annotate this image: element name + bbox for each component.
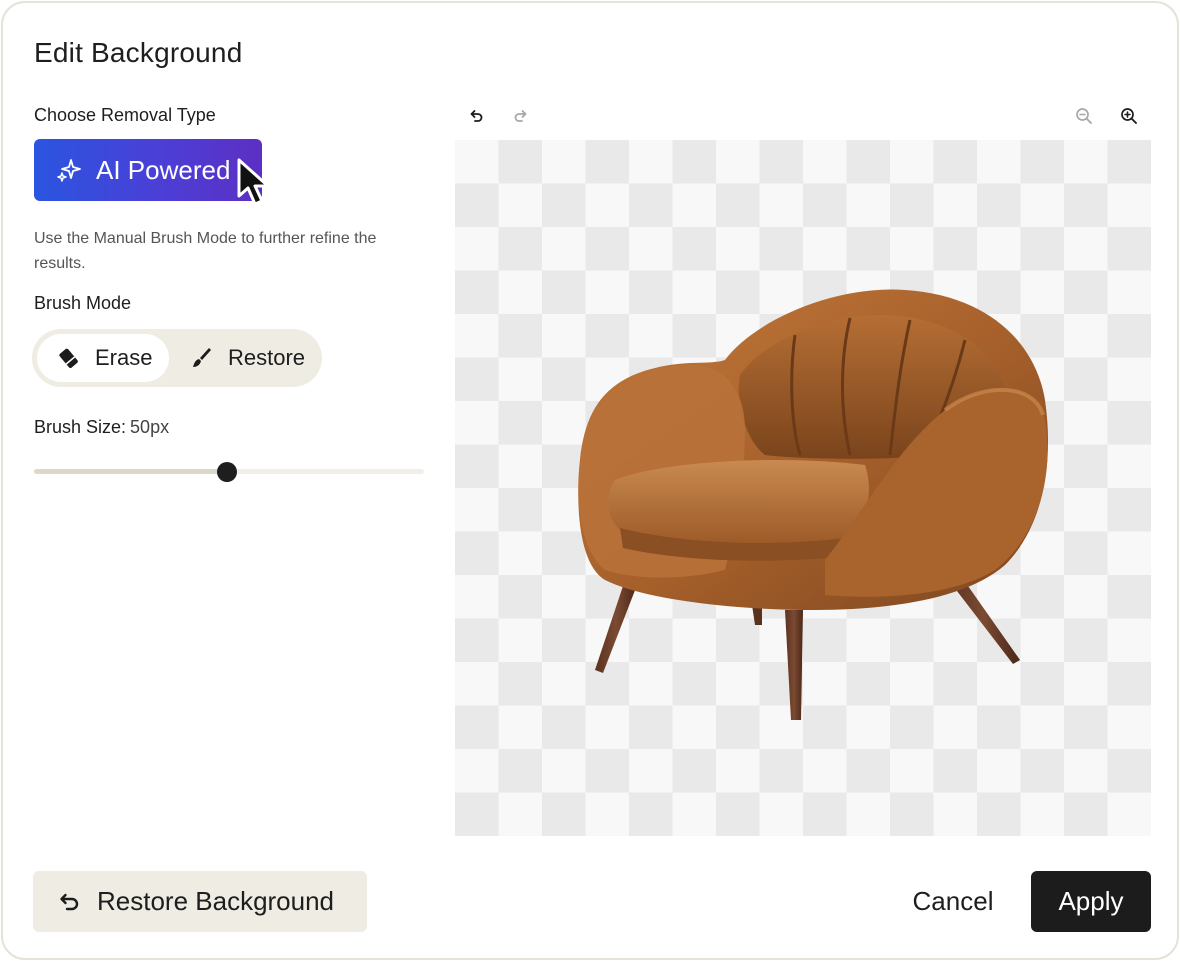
slider-thumb[interactable]	[217, 462, 238, 482]
ai-powered-label: AI Powered	[96, 154, 231, 185]
removal-type-label: Choose Removal Type	[34, 105, 216, 125]
brush-size-value: 50px	[130, 417, 170, 437]
ai-powered-button[interactable]: AI Powered	[34, 139, 262, 201]
zoom-in-icon	[1120, 107, 1138, 125]
restore-background-label: Restore Background	[97, 886, 335, 916]
slider-fill	[34, 469, 228, 474]
redo-button[interactable]	[509, 104, 533, 128]
brush-mode-erase[interactable]: Erase	[37, 334, 169, 382]
zoom-out-icon	[1075, 107, 1093, 125]
zoom-out-button[interactable]	[1072, 104, 1096, 128]
dialog-title: Edit Background	[34, 37, 243, 68]
cancel-button[interactable]: Cancel	[891, 871, 1015, 932]
undo-icon	[55, 889, 81, 915]
brush-mode-toggle: Erase Restore	[32, 329, 322, 387]
mouse-cursor-icon	[237, 158, 270, 206]
armchair-image	[578, 289, 1049, 720]
brush-size-label: Brush Size: 50px	[34, 417, 169, 438]
brush-mode-label: Brush Mode	[34, 293, 132, 313]
brush-mode-restore[interactable]: Restore	[180, 334, 318, 382]
redo-icon	[513, 108, 529, 124]
undo-icon	[468, 108, 484, 124]
image-canvas[interactable]	[455, 140, 1151, 836]
edit-background-dialog: Edit Background Choose Removal Type AI P…	[1, 1, 1179, 960]
eraser-icon	[57, 346, 81, 370]
brush-size-caption: Brush Size:	[34, 417, 127, 437]
restore-label: Restore	[228, 345, 306, 370]
apply-button[interactable]: Apply	[1031, 871, 1151, 932]
erase-label: Erase	[95, 345, 153, 370]
brush-icon	[190, 346, 214, 370]
restore-background-button[interactable]: Restore Background	[33, 871, 367, 932]
undo-button[interactable]	[464, 104, 488, 128]
zoom-in-button[interactable]	[1117, 104, 1141, 128]
sparkles-icon	[56, 157, 82, 183]
brush-hint-text: Use the Manual Brush Mode to further ref…	[34, 230, 377, 272]
brush-size-slider[interactable]	[34, 461, 424, 483]
